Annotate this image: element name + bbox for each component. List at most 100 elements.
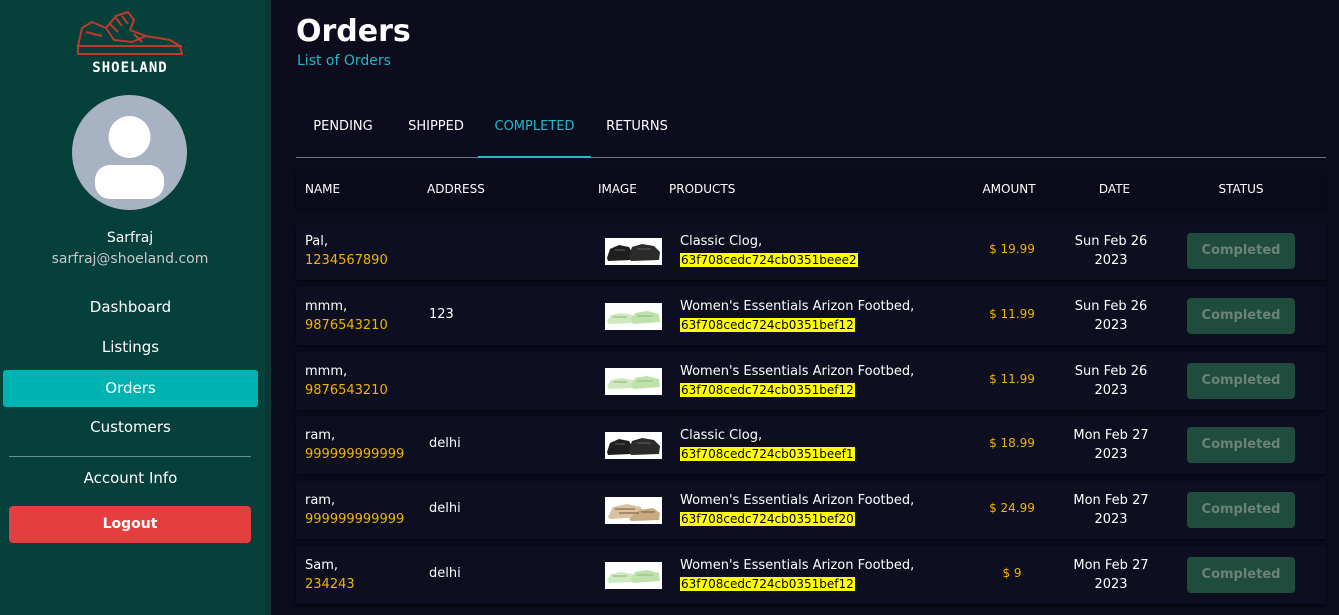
product-name: Women's Essentials Arizon Footbed, <box>680 493 915 508</box>
order-date-day: Mon Feb 27 <box>1073 493 1149 508</box>
product-cell: Women's Essentials Arizon Footbed, 63f708… <box>680 491 914 529</box>
column-header-image: IMAGE <box>598 182 637 196</box>
customer-name: Sam, <box>305 558 339 573</box>
tab-pending[interactable]: PENDING <box>296 108 390 158</box>
order-date-day: Sun Feb 26 <box>1074 299 1148 314</box>
avatar <box>72 95 187 210</box>
nav-item-dashboard[interactable]: Dashboard <box>3 289 258 326</box>
order-date: Sun Feb 26 2023 <box>1066 297 1156 335</box>
order-date-year: 2023 <box>1094 512 1128 527</box>
customer-cell: mmm, 9876543210 <box>305 362 388 400</box>
tab-shipped[interactable]: SHIPPED <box>390 108 482 158</box>
customer-address: delhi <box>429 501 461 516</box>
customer-phone: 234243 <box>305 577 355 592</box>
product-name: Classic Clog, <box>680 234 763 249</box>
order-date-year: 2023 <box>1094 447 1128 462</box>
status-button[interactable]: Completed <box>1187 233 1295 269</box>
logout-button[interactable]: Logout <box>9 506 251 543</box>
customer-name: mmm, <box>305 364 348 379</box>
customer-cell: Pal, 1234567890 <box>305 232 388 270</box>
customer-cell: ram, 999999999999 <box>305 491 404 529</box>
shoe-icon <box>77 11 183 55</box>
status-button[interactable]: Completed <box>1187 557 1295 593</box>
tab-completed[interactable]: COMPLETED <box>478 108 591 158</box>
user-icon <box>95 116 164 199</box>
status-button[interactable]: Completed <box>1187 492 1295 528</box>
product-id: 63f708cedc724cb0351bef12 <box>680 383 855 397</box>
status-button[interactable]: Completed <box>1187 427 1295 463</box>
product-image <box>605 303 662 330</box>
table-row[interactable]: mmm, 9876543210 Women's Essentials Arizon … <box>296 352 1326 410</box>
user-email: sarfraj@shoeland.com <box>51 251 209 267</box>
user-name: Sarfraj <box>106 230 154 246</box>
status-button[interactable]: Completed <box>1187 363 1295 399</box>
order-date: Sun Feb 26 2023 <box>1066 362 1156 400</box>
table-row[interactable]: Pal, 1234567890 Classic Clog, 63f708cedc724… <box>296 222 1326 280</box>
product-name: Classic Clog, <box>680 428 763 443</box>
column-header-amount: AMOUNT <box>982 182 1036 196</box>
product-image <box>605 238 662 265</box>
table-row[interactable]: mmm, 9876543210 123 Women's Essentials Ariz… <box>296 287 1326 345</box>
product-name: Women's Essentials Arizon Footbed, <box>680 299 915 314</box>
nav-item-orders[interactable]: Orders <box>3 370 258 407</box>
order-amount: $ 19.99 <box>989 242 1035 256</box>
customer-cell: ram, 999999999999 <box>305 426 404 464</box>
product-name: Women's Essentials Arizon Footbed, <box>680 558 915 573</box>
order-date-day: Sun Feb 26 <box>1074 364 1148 379</box>
customer-phone: 9876543210 <box>305 318 388 333</box>
product-cell: Women's Essentials Arizon Footbed, 63f708… <box>680 556 914 594</box>
customer-address: 123 <box>429 307 454 322</box>
table-row[interactable]: ram, 999999999999 delhi Women's Essentials … <box>296 481 1326 539</box>
customer-phone: 9876543210 <box>305 383 388 398</box>
page-subtitle: List of Orders <box>297 53 391 69</box>
page-title: Orders <box>296 14 411 49</box>
order-date: Sun Feb 26 2023 <box>1066 232 1156 270</box>
tab-returns[interactable]: RETURNS <box>591 108 683 158</box>
customer-cell: Sam, 234243 <box>305 556 355 594</box>
order-amount: $ 9 <box>1002 566 1022 580</box>
table-row[interactable]: Sam, 234243 delhi Women's Essentials Arizon… <box>296 546 1326 604</box>
sidebar-edge <box>265 0 271 615</box>
product-cell: Classic Clog, 63f708cedc724cb0351beef1 <box>680 426 855 464</box>
product-image <box>605 497 662 524</box>
order-date: Mon Feb 27 2023 <box>1066 491 1156 529</box>
order-date-year: 2023 <box>1094 383 1128 398</box>
nav-item-account-info[interactable]: Account Info <box>3 460 258 497</box>
product-cell: Women's Essentials Arizon Footbed, 63f708… <box>680 297 914 335</box>
nav-item-listings[interactable]: Listings <box>3 329 258 366</box>
customer-address: delhi <box>429 566 461 581</box>
product-id: 63f708cedc724cb0351bef12 <box>680 318 855 332</box>
brand-name: SHOELAND <box>92 60 168 76</box>
customer-phone: 999999999999 <box>305 512 405 527</box>
status-button[interactable]: Completed <box>1187 298 1295 334</box>
column-header-address: ADDRESS <box>427 182 485 196</box>
sidebar: SHOELAND Sarfraj sarfraj@shoeland.com Da… <box>0 0 265 615</box>
order-date: Mon Feb 27 2023 <box>1066 426 1156 464</box>
column-header-name: NAME <box>305 182 341 196</box>
customer-name: Pal, <box>305 234 328 249</box>
order-amount: $ 24.99 <box>989 501 1035 515</box>
order-amount: $ 11.99 <box>989 307 1035 321</box>
brand-logo[interactable]: SHOELAND <box>72 6 188 78</box>
order-date-day: Sun Feb 26 <box>1074 234 1148 249</box>
order-date-year: 2023 <box>1094 577 1128 592</box>
product-id: 63f708cedc724cb0351bef20 <box>680 512 855 526</box>
product-id: 63f708cedc724cb0351bef12 <box>680 577 855 591</box>
order-date-day: Mon Feb 27 <box>1073 558 1149 573</box>
order-date-year: 2023 <box>1094 253 1128 268</box>
customer-name: ram, <box>305 493 336 508</box>
table-row[interactable]: ram, 999999999999 delhi Classic Clog, 63f708… <box>296 416 1326 474</box>
nav-divider <box>9 456 251 457</box>
order-tabs: PENDING SHIPPED COMPLETED RETURNS <box>296 108 1326 158</box>
customer-cell: mmm, 9876543210 <box>305 297 388 335</box>
column-header-products: PRODUCTS <box>669 182 736 196</box>
product-cell: Classic Clog, 63f708cedc724cb0351beee2 <box>680 232 858 270</box>
customer-name: ram, <box>305 428 336 443</box>
product-image <box>605 432 662 459</box>
order-amount: $ 11.99 <box>989 372 1035 386</box>
nav-item-customers[interactable]: Customers <box>3 409 258 446</box>
table-header: NAME ADDRESS IMAGE PRODUCTS AMOUNT DATE … <box>296 170 1326 209</box>
column-header-status: STATUS <box>1218 182 1264 196</box>
column-header-date: DATE <box>1098 182 1131 196</box>
order-date: Mon Feb 27 2023 <box>1066 556 1156 594</box>
